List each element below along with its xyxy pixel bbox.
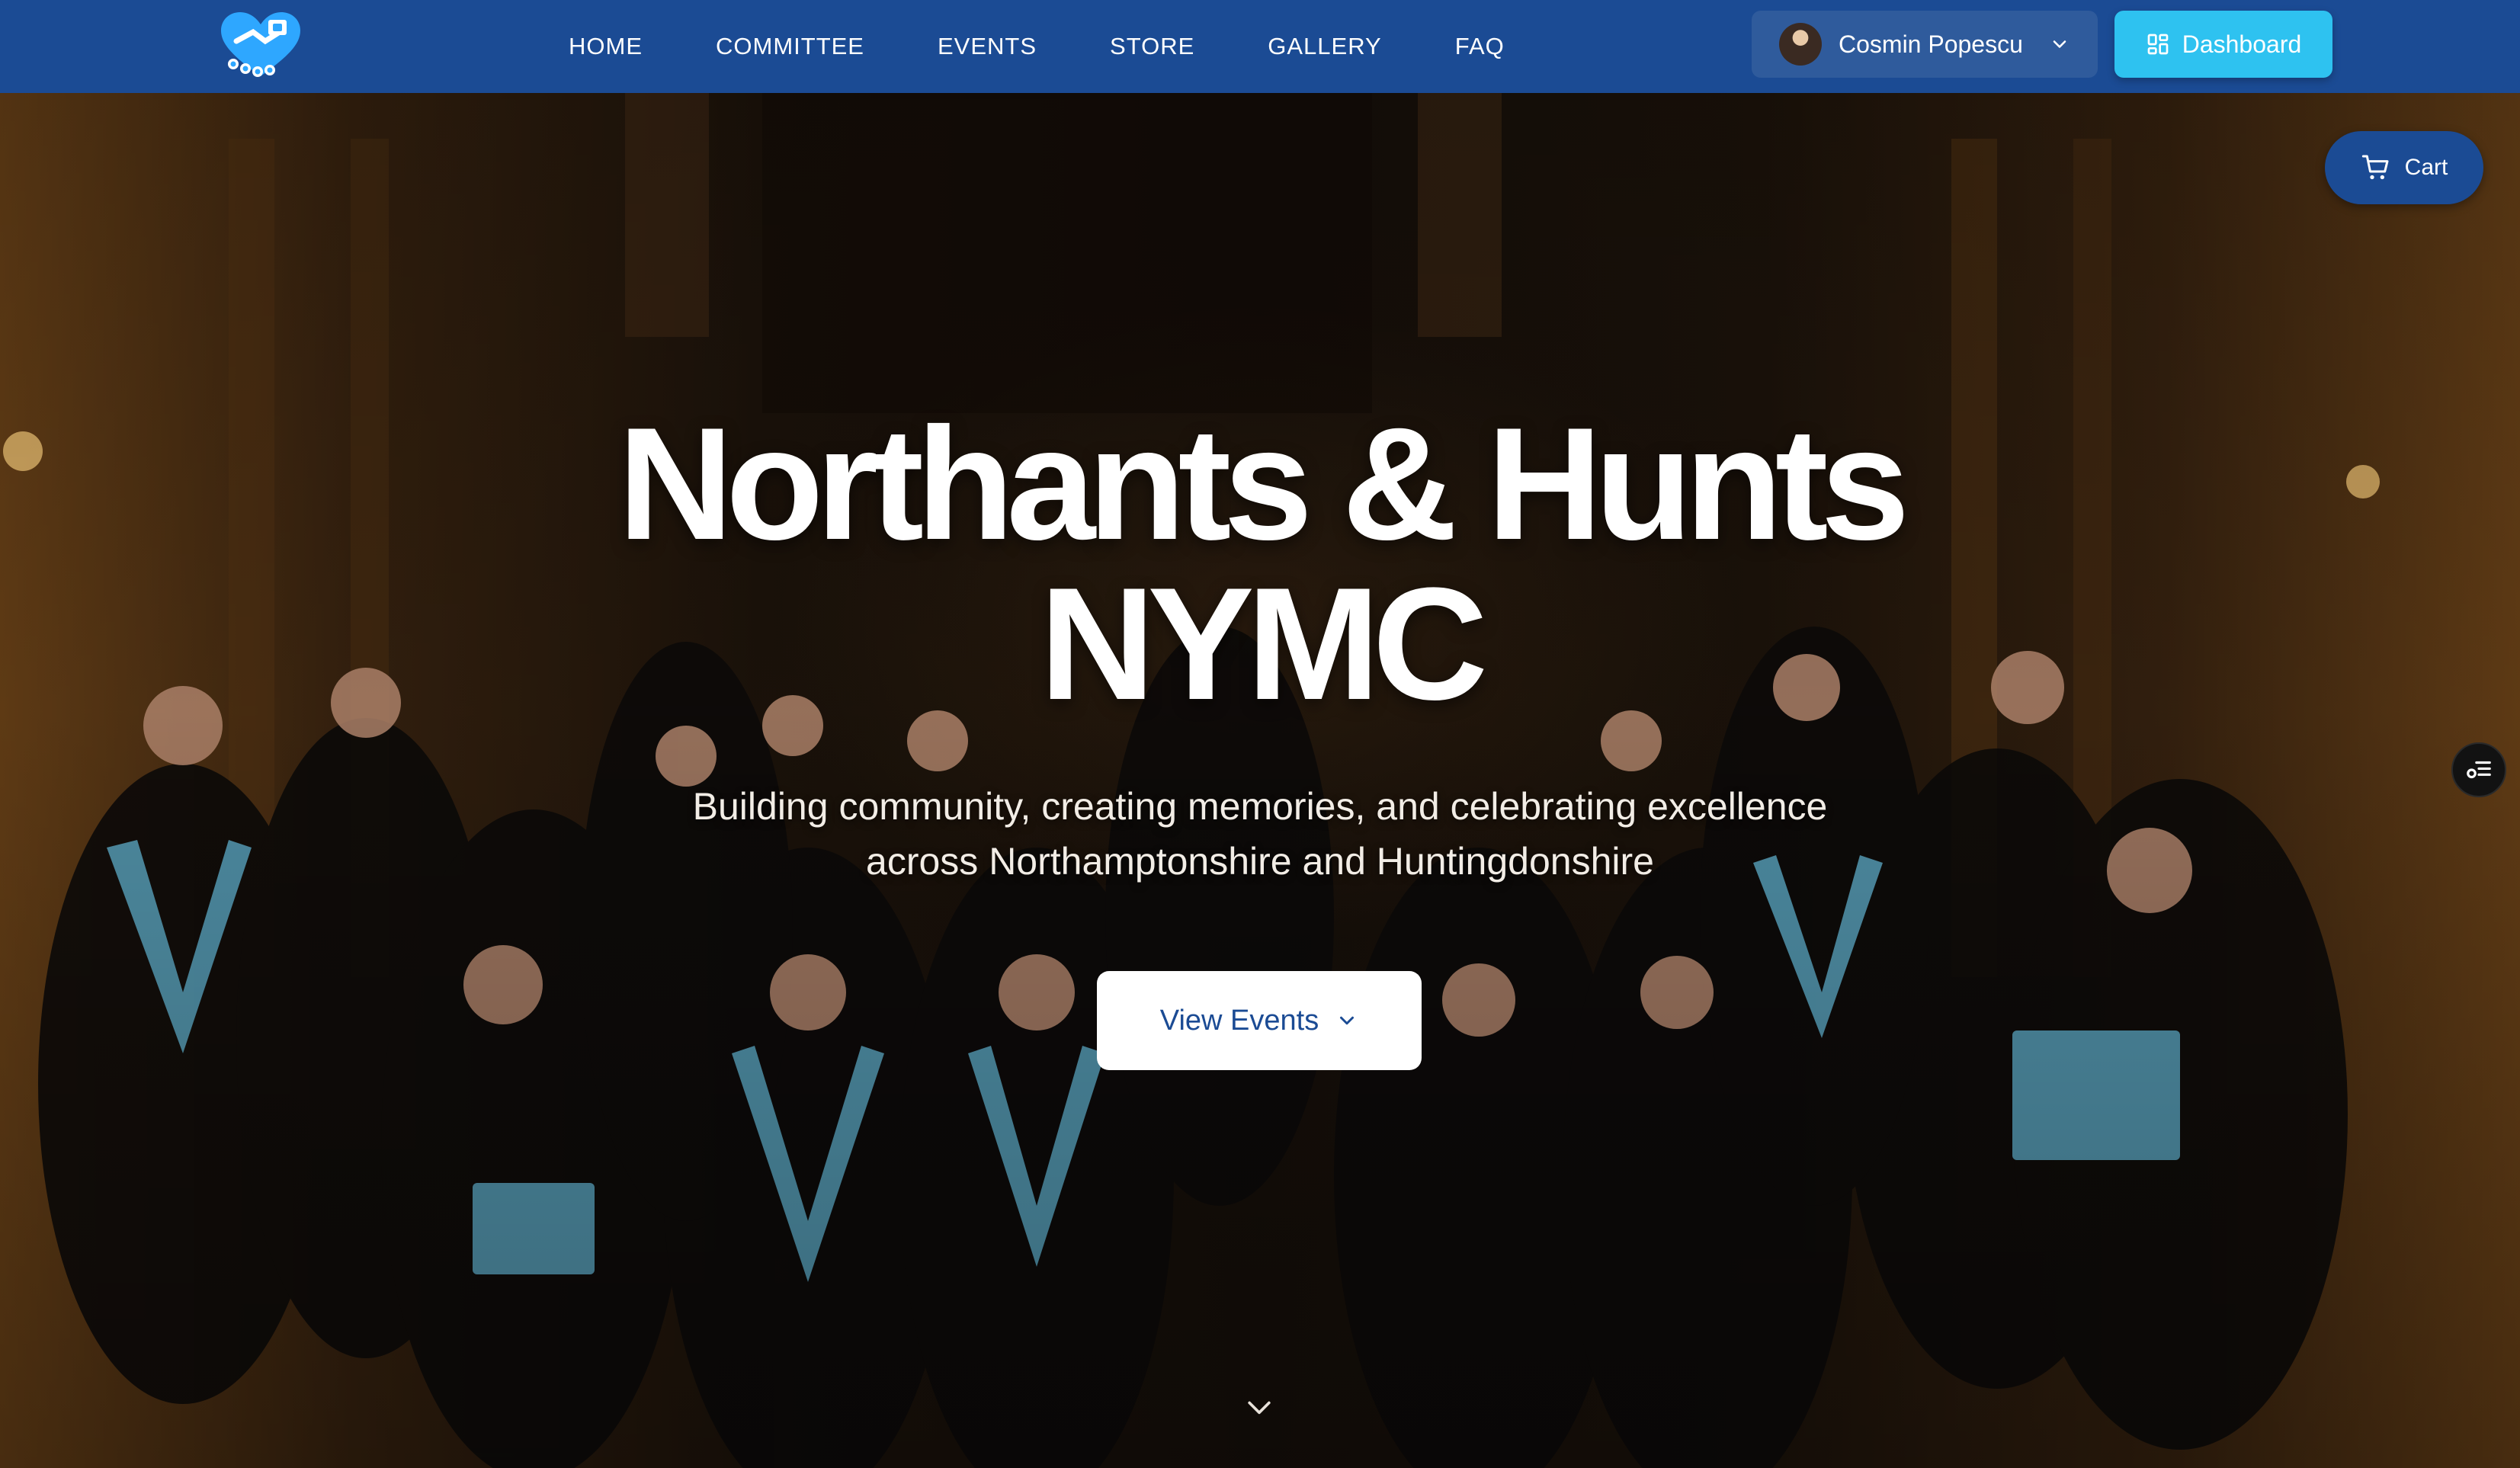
handshake-heart-logo-icon[interactable] (218, 11, 303, 81)
hero-title-line-2: NYMC (1039, 554, 1488, 733)
chevron-down-icon (1340, 1016, 1355, 1025)
main-nav: HOME COMMITTEE EVENTS STORE GALLERY FAQ (569, 0, 1505, 93)
settings-list-button[interactable] (2451, 742, 2506, 797)
chevron-down-icon (2053, 40, 2066, 48)
hero-section: Northants & Hunts NYMC Building communit… (0, 93, 2520, 1468)
dashboard-button[interactable]: Dashboard (2114, 11, 2332, 78)
nav-committee-link[interactable]: COMMITTEE (716, 33, 864, 60)
nav-events-link[interactable]: EVENTS (938, 33, 1037, 60)
dashboard-label: Dashboard (2182, 30, 2302, 58)
settings-list-icon (2467, 761, 2491, 779)
nav-faq-link[interactable]: FAQ (1455, 33, 1505, 60)
dashboard-grid-icon (2147, 34, 2169, 55)
hero-title-line-1: Northants & Hunts (617, 394, 1910, 573)
nav-store-link[interactable]: STORE (1110, 33, 1194, 60)
shopping-cart-icon (2361, 155, 2389, 180)
avatar (1779, 23, 1822, 66)
chevron-down-icon[interactable] (1242, 1390, 1276, 1424)
nav-home-link[interactable]: HOME (569, 33, 643, 60)
user-name: Cosmin Popescu (1839, 30, 2023, 58)
cart-button[interactable]: Cart (2325, 131, 2483, 204)
top-navbar: HOME COMMITTEE EVENTS STORE GALLERY FAQ … (0, 0, 2520, 93)
hero-subtitle: Building community, creating memories, a… (692, 785, 1828, 883)
nav-gallery-link[interactable]: GALLERY (1268, 33, 1381, 60)
hero-title: Northants & Hunts NYMC (0, 404, 2520, 724)
view-events-button[interactable]: View Events (1097, 971, 1422, 1070)
user-menu-button[interactable]: Cosmin Popescu (1752, 11, 2098, 78)
view-events-label: View Events (1159, 1004, 1319, 1037)
cart-label: Cart (2404, 155, 2448, 180)
